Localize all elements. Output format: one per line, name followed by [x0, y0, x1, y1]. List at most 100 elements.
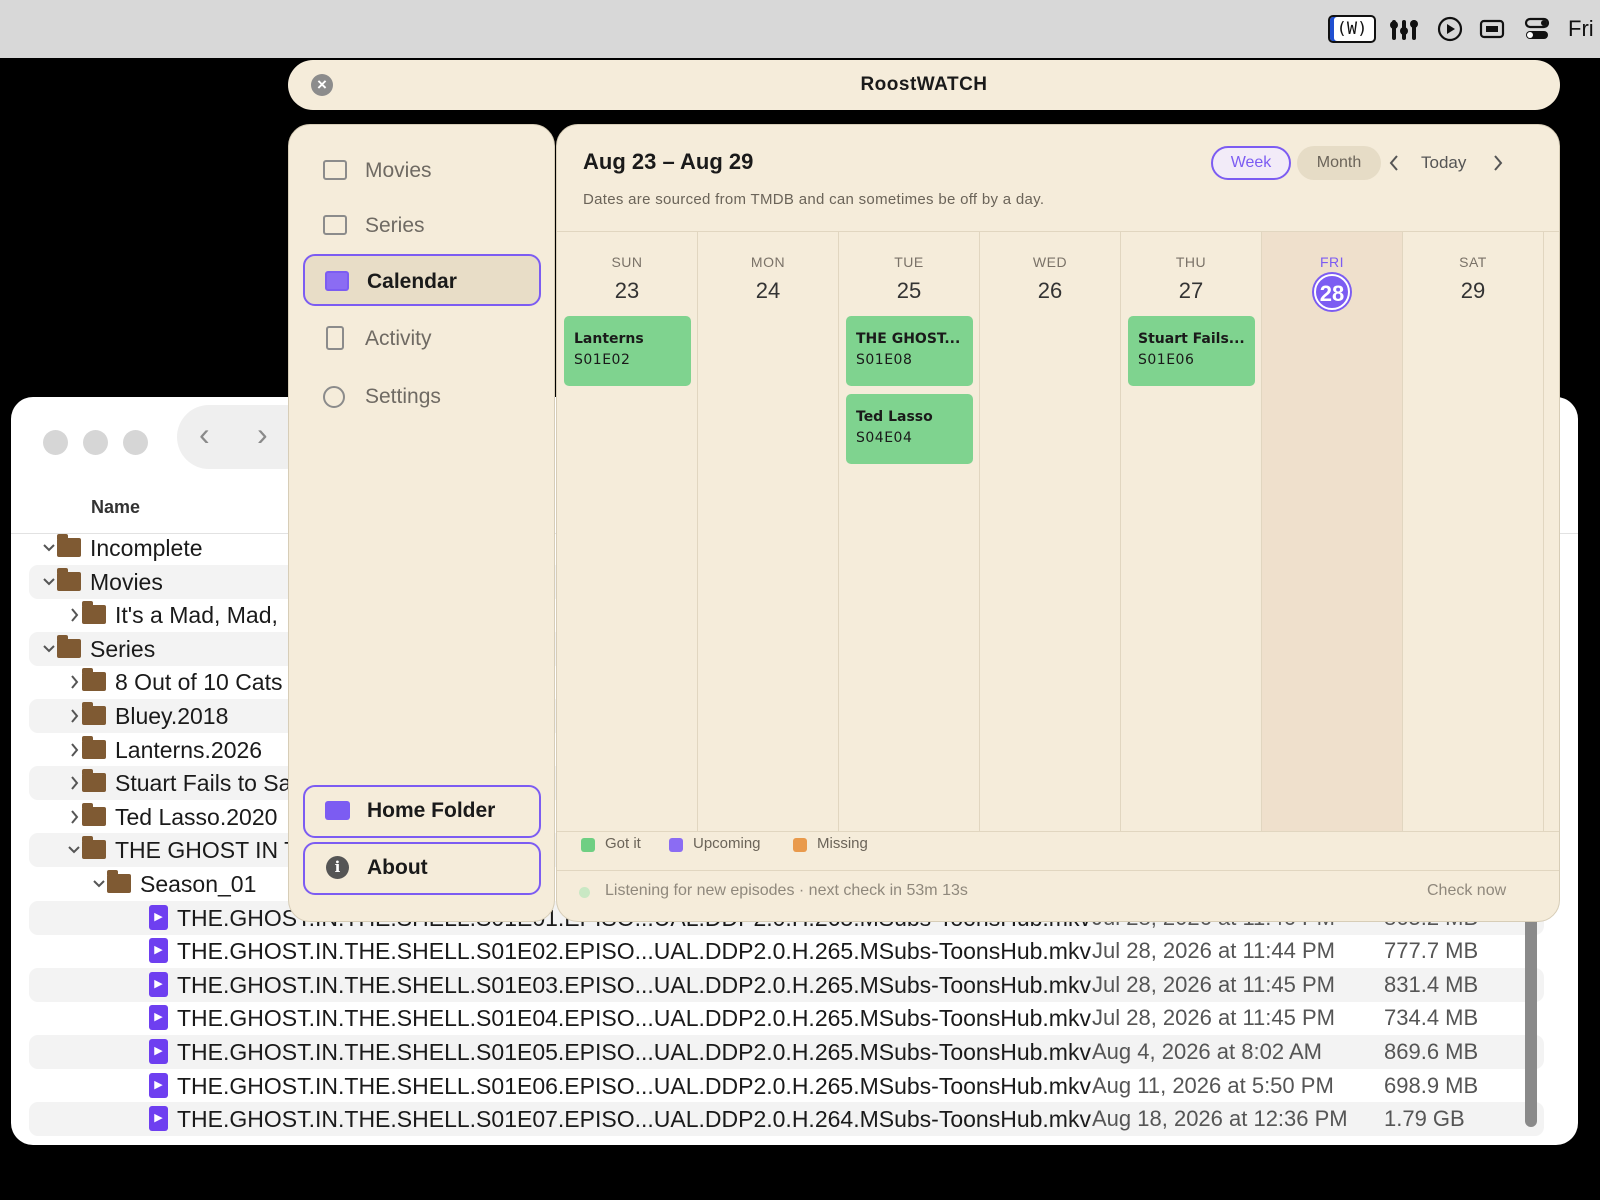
folder-name: Season_01: [140, 871, 257, 897]
file-date: Jul 28, 2026 at 11:45 PM: [1092, 971, 1335, 997]
file-date: Aug 4, 2026 at 8:02 AM: [1092, 1039, 1322, 1064]
folder-name: Lanterns.2026: [115, 736, 263, 763]
file-date: Aug 18, 2026 at 12:36 PM: [1092, 1106, 1348, 1132]
status-text: Listening for new episodes · next check …: [605, 882, 968, 899]
month-view-button[interactable]: Month: [1297, 146, 1381, 180]
play-icon[interactable]: [1436, 15, 1464, 43]
legend-swatch: [581, 838, 595, 852]
day-of-week: TUE: [894, 254, 924, 270]
event-title: Lanterns: [574, 331, 644, 347]
file-size: 698.9 MB: [1384, 1072, 1479, 1098]
info-icon: i: [326, 856, 349, 879]
day-number: 29: [1460, 278, 1486, 303]
file-row[interactable]: ▶ THE.GHOST.IN.THE.SHELL.S01E05.EPISO...U…: [29, 1035, 1544, 1069]
date-range-title: Aug 23 – Aug 29: [583, 149, 754, 174]
today-date-badge: 28: [1314, 274, 1350, 310]
video-file-icon: ▶: [149, 1005, 168, 1031]
file-row[interactable]: ▶ THE.GHOST.IN.THE.SHELL.S01E03.EPISO...U…: [29, 967, 1544, 1002]
event-episode: S04E04: [856, 430, 913, 446]
video-file-icon: ▶: [149, 1106, 168, 1132]
minimize-window-button[interactable]: [83, 430, 108, 455]
film-icon: [323, 160, 347, 180]
legend-label: Missing: [817, 835, 868, 852]
episode-event[interactable]: Lanterns S01E02: [564, 316, 691, 386]
day-of-week: WED: [1032, 254, 1068, 270]
episode-event[interactable]: THE GHOST... S01E08: [846, 316, 973, 386]
zoom-window-button[interactable]: [123, 430, 148, 455]
file-date: Jul 28, 2026 at 11:45 PM: [1092, 1005, 1335, 1031]
forward-icon[interactable]: ›: [257, 418, 268, 450]
sidebar-item-label: Settings: [365, 385, 441, 408]
event-episode: S01E08: [856, 352, 913, 368]
sidebar-item-label: Activity: [365, 327, 432, 350]
folder-name: It's a Mad, Mad,: [115, 602, 278, 629]
event-episode: S01E02: [574, 352, 631, 368]
file-size: 869.6 MB: [1384, 1039, 1479, 1064]
day-of-week: THU: [1175, 254, 1207, 270]
file-name: THE.GHOST.IN.THE.SHELL.S01E02.EPISO...UA…: [177, 938, 1091, 965]
file-date: Aug 11, 2026 at 5:50 PM: [1092, 1072, 1334, 1098]
check-now-button[interactable]: Check now: [1427, 882, 1506, 900]
day-number: 27: [1178, 278, 1204, 303]
sidebar-item-calendar[interactable]: Calendar: [303, 254, 541, 306]
name-column-header[interactable]: Name: [91, 497, 140, 518]
folder-name: Series: [90, 635, 156, 662]
folder-icon: [107, 870, 131, 893]
video-file-icon: ▶: [149, 1039, 168, 1064]
day-of-week: FRI: [1319, 254, 1345, 270]
legend-label: Upcoming: [693, 835, 761, 852]
file-row[interactable]: ▶ THE.GHOST.IN.THE.SHELL.S01E07.EPISO...U…: [29, 1102, 1544, 1137]
day-column-thu: THU 27 Stuart Fails... S01E06: [1121, 232, 1262, 832]
tv-icon: [323, 215, 347, 235]
sidebar-item-settings[interactable]: Settings: [303, 371, 541, 423]
home-folder-label: Home Folder: [367, 799, 496, 822]
legend-swatch: [669, 838, 683, 852]
close-window-button[interactable]: [43, 430, 68, 455]
file-name: THE.GHOST.IN.THE.SHELL.S01E07.EPISO...UA…: [177, 1106, 1091, 1133]
folder-icon: [57, 567, 81, 591]
menu-bar-clock[interactable]: Fri: [1568, 16, 1594, 42]
file-row[interactable]: ▶ THE.GHOST.IN.THE.SHELL.S01E04.EPISO...U…: [29, 1001, 1544, 1035]
file-name: THE.GHOST.IN.THE.SHELL.S01E05.EPISO...UA…: [177, 1039, 1091, 1065]
today-button[interactable]: Today: [1421, 146, 1466, 180]
control-center-icon[interactable]: [1522, 15, 1552, 43]
sidebar-item-series[interactable]: Series: [303, 200, 541, 252]
screen-icon[interactable]: [1478, 15, 1506, 43]
file-name: THE.GHOST.IN.THE.SHELL.S01E03.EPISO...UA…: [177, 971, 1091, 998]
episode-event[interactable]: Ted Lasso S04E04: [846, 394, 973, 464]
folder-icon: [82, 802, 106, 826]
audio-icon[interactable]: [1388, 15, 1420, 43]
file-name: THE.GHOST.IN.THE.SHELL.S01E06.EPISO...UA…: [177, 1072, 1091, 1099]
wifi-widget-icon[interactable]: (W): [1328, 15, 1376, 43]
legend-swatch: [793, 838, 807, 852]
previous-week-icon[interactable]: [1387, 146, 1401, 192]
day-column-sat: SAT 29: [1403, 232, 1544, 832]
back-icon[interactable]: ‹: [199, 418, 210, 450]
folder-icon: [82, 601, 106, 625]
video-file-icon: ▶: [149, 938, 168, 964]
folder-name: Stuart Fails to Sa: [115, 770, 292, 797]
next-week-icon[interactable]: [1491, 146, 1505, 192]
file-row[interactable]: ▶ THE.GHOST.IN.THE.SHELL.S01E06.EPISO...U…: [29, 1069, 1544, 1103]
sidebar-item-activity[interactable]: Activity: [303, 313, 541, 365]
folder-icon: [82, 735, 106, 759]
episode-event[interactable]: Stuart Fails... S01E06: [1128, 316, 1255, 386]
day-column-fri: FRI 28: [1262, 232, 1403, 832]
folder-icon: [57, 534, 81, 557]
event-episode: S01E06: [1138, 352, 1195, 368]
calendar-panel: Aug 23 – Aug 29 Dates are sourced from T…: [556, 124, 1560, 922]
file-date: Jul 28, 2026 at 11:44 PM: [1092, 938, 1335, 964]
tmdb-note: Dates are sourced from TMDB and can some…: [583, 191, 1045, 208]
app-sidebar: Movies Series Calendar Activity Settings Hom…: [288, 124, 555, 922]
day-number: 25: [896, 278, 922, 303]
home-folder-button[interactable]: Home Folder: [303, 785, 541, 838]
day-number: 24: [755, 278, 781, 303]
sidebar-item-movies[interactable]: Movies: [303, 145, 541, 197]
week-view-button[interactable]: Week: [1211, 146, 1291, 180]
about-button[interactable]: i About: [303, 842, 541, 895]
folder-name: THE GHOST IN T: [115, 837, 299, 864]
folder-icon: [82, 702, 106, 725]
folder-icon: [57, 634, 81, 658]
day-column-sun: SUN 23 Lanterns S01E02: [557, 232, 698, 832]
file-row[interactable]: ▶ THE.GHOST.IN.THE.SHELL.S01E02.EPISO...U…: [29, 934, 1544, 968]
